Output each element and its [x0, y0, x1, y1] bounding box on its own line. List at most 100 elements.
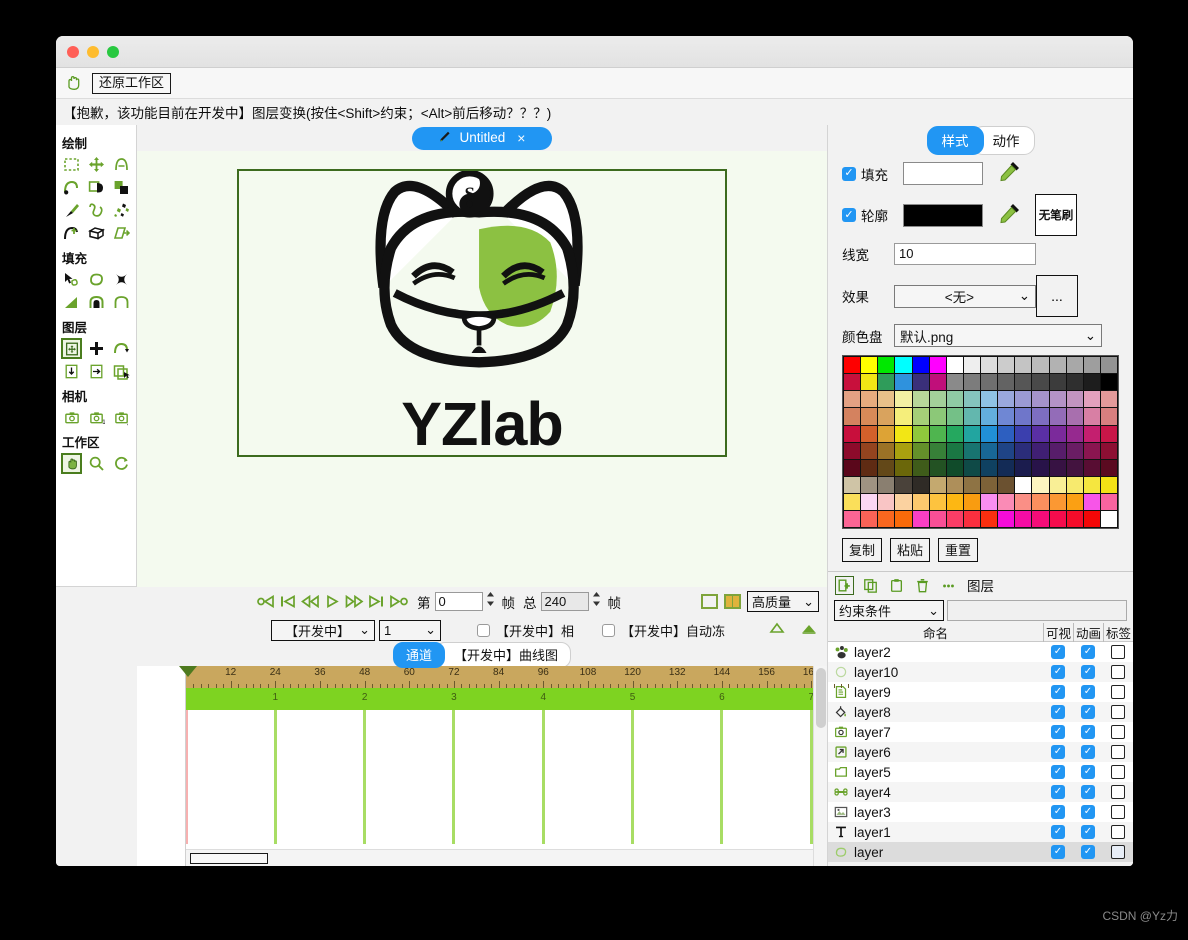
palette-swatch[interactable]: [1032, 494, 1049, 511]
palette-swatch[interactable]: [878, 391, 895, 408]
palette-swatch[interactable]: [1100, 425, 1117, 442]
palette-swatch[interactable]: [963, 511, 980, 528]
palette-swatch[interactable]: [895, 442, 912, 459]
palette-swatch[interactable]: [981, 357, 998, 374]
palette-swatch[interactable]: [981, 425, 998, 442]
palette-swatch[interactable]: [946, 476, 963, 493]
layer-row[interactable]: layer6: [828, 742, 1133, 763]
palette-swatch[interactable]: [844, 374, 861, 391]
color-palette-cells[interactable]: [843, 356, 1118, 529]
palette-swatch[interactable]: [981, 374, 998, 391]
palette-swatch[interactable]: [1032, 425, 1049, 442]
layer-tag-toggle[interactable]: [1103, 845, 1133, 860]
scrollbar-thumb[interactable]: [190, 853, 268, 864]
layer-animated-toggle[interactable]: [1073, 845, 1103, 860]
palette-swatch[interactable]: [929, 494, 946, 511]
palette-swatch[interactable]: [895, 476, 912, 493]
loop-end-icon[interactable]: [387, 592, 409, 612]
total-frames-input[interactable]: 240: [540, 592, 589, 611]
palette-swatch[interactable]: [1049, 442, 1066, 459]
square-offset-icon[interactable]: [111, 177, 132, 198]
layer-tag-toggle[interactable]: [1103, 805, 1133, 820]
palette-swatch[interactable]: [1032, 459, 1049, 476]
palette-swatch[interactable]: [1083, 459, 1100, 476]
stroke-color-swatch[interactable]: [903, 203, 983, 227]
palette-swatch[interactable]: [1015, 511, 1032, 528]
palette-swatch[interactable]: [963, 476, 980, 493]
layer-tag-toggle[interactable]: [1103, 765, 1133, 780]
palette-swatch[interactable]: [1100, 357, 1117, 374]
layer-visible-toggle[interactable]: [1043, 725, 1073, 740]
palette-swatch[interactable]: [878, 459, 895, 476]
palette-swatch[interactable]: [1032, 374, 1049, 391]
palette-swatch[interactable]: [1100, 494, 1117, 511]
layer-tag-toggle[interactable]: [1103, 645, 1133, 660]
palette-swatch[interactable]: [861, 425, 878, 442]
palette-swatch[interactable]: [1015, 494, 1032, 511]
palette-swatch[interactable]: [895, 459, 912, 476]
palette-swatch[interactable]: [929, 425, 946, 442]
layer-curve-icon[interactable]: [111, 338, 132, 359]
palette-swatch[interactable]: [912, 494, 929, 511]
palette-swatch[interactable]: [1083, 476, 1100, 493]
play-icon[interactable]: [321, 592, 343, 612]
layers-list[interactable]: layer2 layer10 layer9 layer8 layer7 layer6 lay…: [828, 642, 1133, 863]
layer-visible-toggle[interactable]: [1043, 705, 1073, 720]
zoom-icon[interactable]: [86, 453, 107, 474]
palette-swatch[interactable]: [895, 494, 912, 511]
layer-row[interactable]: layer1: [828, 822, 1133, 843]
skip-back-icon[interactable]: [277, 592, 299, 612]
palette-swatch[interactable]: [929, 391, 946, 408]
palette-swatch[interactable]: [1049, 494, 1066, 511]
palette-swatch[interactable]: [929, 357, 946, 374]
palette-swatch[interactable]: [1100, 511, 1117, 528]
palette-swatch[interactable]: [878, 374, 895, 391]
palette-swatch[interactable]: [1100, 391, 1117, 408]
layer-visible-toggle[interactable]: [1043, 845, 1073, 860]
palette-swatch[interactable]: [1032, 357, 1049, 374]
palette-swatch[interactable]: [844, 459, 861, 476]
palette-swatch[interactable]: [878, 442, 895, 459]
palette-swatch[interactable]: [946, 374, 963, 391]
eyedropper-icon[interactable]: [999, 160, 1025, 187]
effect-select[interactable]: <无> ⌄: [894, 284, 1036, 308]
palette-swatch[interactable]: [844, 442, 861, 459]
palette-swatch[interactable]: [912, 374, 929, 391]
layer-animated-toggle[interactable]: [1073, 805, 1103, 820]
palette-swatch[interactable]: [963, 374, 980, 391]
palette-swatch[interactable]: [844, 408, 861, 425]
delete-x-icon[interactable]: [111, 269, 132, 290]
count-select[interactable]: 1 ⌄: [379, 619, 441, 641]
layer-tag-toggle[interactable]: [1103, 785, 1133, 800]
layer-row[interactable]: layer5: [828, 762, 1133, 782]
palette-swatch[interactable]: [946, 357, 963, 374]
layer-animated-toggle[interactable]: [1073, 745, 1103, 760]
layer-row[interactable]: layer3: [828, 802, 1133, 822]
palette-swatch[interactable]: [1015, 391, 1032, 408]
palette-swatch[interactable]: [895, 357, 912, 374]
triangle-down-icon[interactable]: [801, 621, 817, 639]
keyframe-grid[interactable]: [179, 666, 813, 844]
layer-visible-toggle[interactable]: [1043, 745, 1073, 760]
tab-channel[interactable]: 通道: [392, 642, 445, 668]
layer-row[interactable]: layer9: [828, 682, 1133, 702]
palette-swatch[interactable]: [1032, 442, 1049, 459]
palette-swatch[interactable]: [844, 476, 861, 493]
layer-new-icon[interactable]: [835, 575, 854, 595]
palette-swatch[interactable]: [981, 442, 998, 459]
palette-swatch[interactable]: [1066, 476, 1083, 493]
vertical-scrollbar[interactable]: [813, 666, 827, 866]
hand-icon[interactable]: [62, 72, 84, 94]
palette-swatch[interactable]: [981, 408, 998, 425]
palette-swatch[interactable]: [1049, 425, 1066, 442]
palette-swatch[interactable]: [963, 459, 980, 476]
palette-swatch[interactable]: [861, 511, 878, 528]
minimize-window-button[interactable]: [87, 45, 99, 58]
palette-swatch[interactable]: [998, 374, 1015, 391]
palette-swatch[interactable]: [861, 442, 878, 459]
text-path-icon[interactable]: [111, 154, 132, 175]
cube-icon[interactable]: [86, 223, 107, 244]
fill-checkbox[interactable]: [842, 166, 856, 181]
palette-swatch[interactable]: [1015, 476, 1032, 493]
palette-swatch[interactable]: [1083, 442, 1100, 459]
